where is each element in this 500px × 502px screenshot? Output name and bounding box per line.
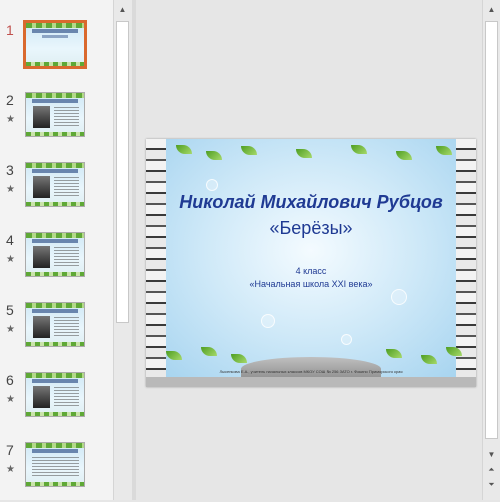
- main-scrollbar[interactable]: ▲ ▼ ⏶ ⏷: [482, 0, 500, 500]
- current-slide[interactable]: Николай Михайлович Рубцов «Берёзы» 4 кла…: [146, 139, 476, 387]
- slide-number: 7: [6, 442, 14, 458]
- slide-number: 5: [6, 302, 14, 318]
- slide-footer-text[interactable]: Лысенкова Е.А., учитель начальных классо…: [146, 369, 476, 375]
- slide-thumbnail-image[interactable]: [25, 232, 85, 277]
- slide-number: 4: [6, 232, 14, 248]
- star-icon[interactable]: ★: [6, 324, 15, 335]
- ground-decoration: [146, 377, 476, 387]
- scroll-up-icon[interactable]: ▲: [483, 3, 500, 17]
- vine-decoration-top: [146, 143, 476, 163]
- slide-thumbnail-image[interactable]: [25, 162, 85, 207]
- slide-thumbnail-image[interactable]: [25, 372, 85, 417]
- slide-school-text[interactable]: «Начальная школа XXI века»: [146, 278, 476, 290]
- thumbnail-scrollbar[interactable]: ▲: [113, 0, 132, 500]
- star-icon[interactable]: ★: [6, 254, 15, 265]
- star-icon[interactable]: ★: [6, 394, 15, 405]
- slide-number: 1: [6, 22, 14, 38]
- slide-number: 3: [6, 162, 14, 178]
- slide-thumbnail-3[interactable]: 3 ★: [0, 162, 113, 222]
- slide-thumbnail-image[interactable]: [25, 302, 85, 347]
- slide-thumbnail-2[interactable]: 2 ★: [0, 92, 113, 152]
- slide-thumbnail-6[interactable]: 6 ★: [0, 372, 113, 432]
- page-down-icon[interactable]: ⏷: [483, 478, 500, 492]
- main-scrollbar-thumb[interactable]: [485, 21, 498, 439]
- scroll-down-icon[interactable]: ▼: [483, 448, 500, 462]
- star-icon[interactable]: ★: [6, 114, 15, 125]
- slide-thumbnail-pane: 1 2 ★ 3 ★ 4 ★ 5 ★ 6 ★ 7 ★: [0, 0, 113, 500]
- slide-thumbnail-1[interactable]: 1: [0, 20, 113, 82]
- slide-thumbnail-image[interactable]: [23, 20, 87, 69]
- slide-number: 2: [6, 92, 14, 108]
- star-icon[interactable]: ★: [6, 184, 15, 195]
- slide-title[interactable]: Николай Михайлович Рубцов: [146, 191, 476, 213]
- slide-thumbnail-7[interactable]: 7 ★: [0, 442, 113, 502]
- slide-number: 6: [6, 372, 14, 388]
- slide-grade-text[interactable]: 4 класс: [146, 265, 476, 277]
- slide-thumbnail-image[interactable]: [25, 442, 85, 487]
- slide-thumbnail-4[interactable]: 4 ★: [0, 232, 113, 292]
- star-icon[interactable]: ★: [6, 464, 15, 475]
- slide-thumbnail-5[interactable]: 5 ★: [0, 302, 113, 362]
- page-up-icon[interactable]: ⏶: [483, 463, 500, 477]
- scroll-up-icon[interactable]: ▲: [114, 3, 131, 17]
- slide-subtitle[interactable]: «Берёзы»: [146, 217, 476, 239]
- slide-thumbnail-image[interactable]: [25, 92, 85, 137]
- thumbnail-scrollbar-thumb[interactable]: [116, 21, 129, 323]
